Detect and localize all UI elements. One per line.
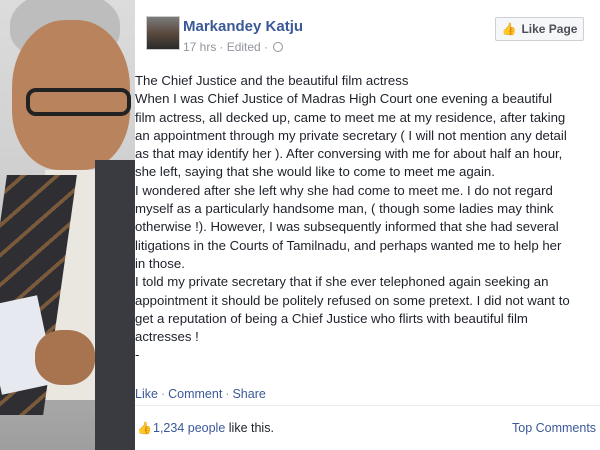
post-edited[interactable]: · Edited ·	[219, 40, 268, 54]
body-line: in those.	[135, 255, 185, 271]
body-line: When I was Chief Justice of Madras High …	[135, 91, 553, 107]
photo-hand	[35, 330, 95, 385]
body-line: she left, saying that she would like to …	[135, 164, 495, 180]
like-page-label: Like Page	[521, 22, 578, 36]
body-line: otherwise !). However, I was subsequentl…	[135, 219, 559, 235]
body-line: an appointment through my private secret…	[135, 127, 567, 143]
post-body: The Chief Justice and the beautiful film…	[135, 72, 600, 365]
post-meta: 17 hrs · Edited ·	[183, 40, 284, 54]
post-actions: Like · Comment · Share	[135, 387, 266, 401]
body-line: actresses !	[135, 329, 199, 345]
body-line: I told my private secretary that if she …	[135, 274, 549, 290]
action-separator: ·	[225, 387, 230, 401]
body-line: The Chief Justice and the beautiful film…	[135, 73, 409, 88]
body-line: appointment it should be politely refuse…	[135, 292, 570, 308]
likes-count[interactable]: 1,234 people	[153, 421, 225, 435]
body-line: I wondered after she left why she had co…	[135, 182, 553, 198]
divider	[135, 405, 600, 406]
body-line: as that may identify her ). After conver…	[135, 146, 563, 162]
person-photo	[0, 0, 135, 450]
body-line: film actress, all decked up, came to mee…	[135, 109, 566, 125]
like-link[interactable]: Like	[135, 387, 158, 401]
likes-summary: 1,234 people like this.	[153, 421, 274, 435]
facebook-post: Markandey Katju 17 hrs · Edited · 👍 Like…	[135, 0, 600, 450]
likes-suffix: like this.	[225, 421, 274, 435]
likes-bar: 👍 1,234 people like this. Top Comments	[135, 412, 600, 450]
post-time[interactable]: 17 hrs	[183, 40, 216, 54]
top-comments-dropdown[interactable]: Top Comments	[512, 421, 596, 435]
photo-glasses	[26, 88, 131, 116]
trailing-mark: -	[135, 347, 140, 363]
photo-coat	[95, 160, 135, 450]
thumbs-up-icon: 👍	[501, 22, 517, 36]
share-link[interactable]: Share	[232, 387, 265, 401]
body-line: myself as a particularly handsome man, (…	[135, 201, 554, 217]
comment-link[interactable]: Comment	[168, 387, 222, 401]
like-icon: 👍	[137, 421, 152, 435]
author-avatar[interactable]	[146, 16, 180, 50]
body-line: get a reputation of being a Chief Justic…	[135, 310, 528, 326]
action-separator: ·	[160, 387, 166, 401]
like-page-button[interactable]: 👍 Like Page	[495, 17, 584, 41]
body-line: litigations in the Courts of Tamilnadu, …	[135, 237, 562, 253]
globe-icon	[273, 42, 284, 52]
author-name[interactable]: Markandey Katju	[183, 18, 303, 35]
